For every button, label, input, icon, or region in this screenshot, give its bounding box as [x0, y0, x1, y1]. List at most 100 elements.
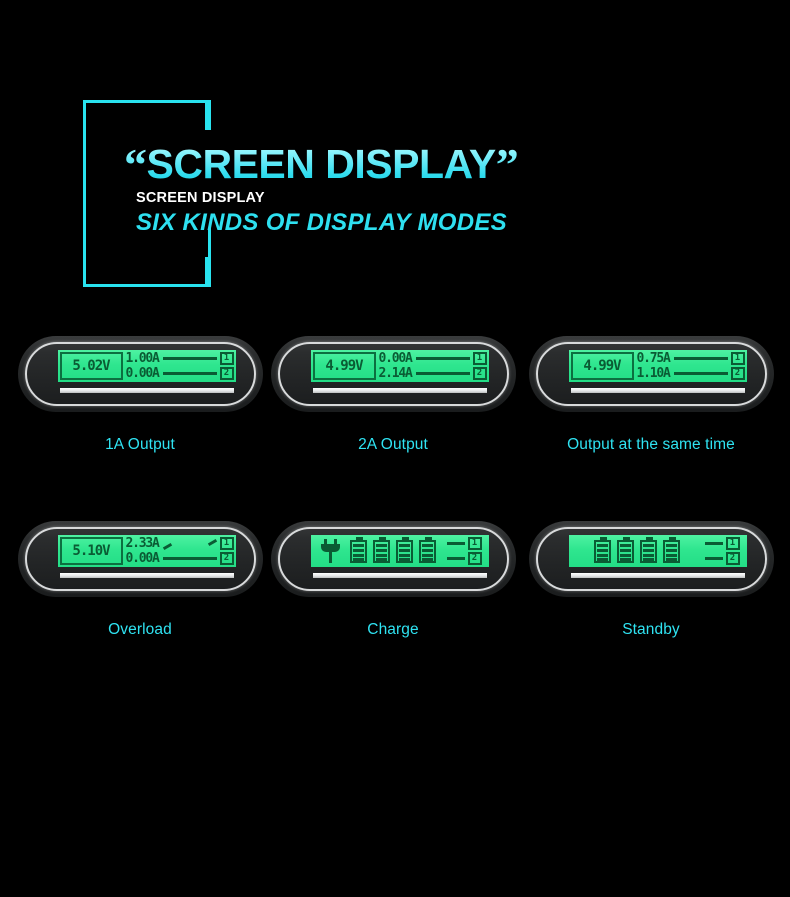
battery-icon — [372, 536, 390, 563]
mode-card-overload: 5.10V 2.33A 1 0.00A 2 Overload — [10, 503, 270, 688]
usb-port-icon: 1 — [730, 352, 745, 365]
voltage-value: 5.02V — [72, 358, 110, 374]
mode-caption: Standby — [622, 621, 680, 638]
mode-card-1a-output: 5.02V 1.00A 1 0.00A 2 1A Output — [10, 318, 270, 503]
quote-close-icon: ” — [495, 139, 519, 190]
device-light-bar — [312, 388, 487, 393]
port-row: 1 — [446, 537, 484, 550]
battery-icon — [349, 536, 367, 563]
lcd-screen: 1 2 — [310, 535, 489, 567]
port-row: 2 — [704, 552, 742, 565]
current-readouts: 1.00A 1 0.00A 2 — [123, 350, 236, 382]
connection-line-icon — [673, 357, 728, 360]
usb-port-icon: 2 — [219, 367, 234, 380]
device-body: 5.02V 1.00A 1 0.00A 2 — [17, 336, 263, 412]
charge-icon-row: 1 2 — [311, 535, 489, 567]
current-line: 1.10A 2 — [637, 366, 747, 381]
broken-connection-icon — [163, 539, 217, 549]
frame-stub-top-right — [205, 100, 211, 130]
lcd-screen: 5.10V 2.33A 1 0.00A 2 — [57, 535, 236, 567]
mode-caption: Output at the same time — [567, 436, 735, 453]
header-section: “SCREEN DISPLAY” SCREEN DISPLAY SIX KIND… — [0, 0, 790, 310]
device-body: 1 2 — [270, 521, 516, 597]
device-light-bar — [570, 573, 745, 578]
voltage-box: 5.02V — [59, 352, 123, 380]
device-body: 1 2 — [528, 521, 774, 597]
usb-port-icon: 2 — [219, 552, 234, 565]
current-line: 0.75A 1 — [637, 351, 747, 366]
battery-icon — [662, 536, 680, 563]
lcd-screen: 5.02V 1.00A 1 0.00A 2 — [57, 350, 236, 382]
lcd-screen: 4.99V 0.00A 1 2.14A 2 — [310, 350, 489, 382]
current-readouts: 2.33A 1 0.00A 2 — [123, 535, 236, 567]
page-title: “SCREEN DISPLAY” — [124, 142, 518, 188]
voltage-box: 4.99V — [312, 352, 376, 380]
current-readouts: 0.00A 1 2.14A 2 — [376, 350, 489, 382]
voltage-value: 5.10V — [72, 543, 110, 559]
battery-icon — [418, 536, 436, 563]
mode-card-simultaneous-output: 4.99V 0.75A 1 1.10A 2 Output at the same… — [521, 318, 781, 503]
voltage-box: 5.10V — [59, 537, 123, 565]
current-value: 2.33A — [125, 536, 160, 551]
device-light-bar — [59, 573, 234, 578]
display-modes-grid: 5.02V 1.00A 1 0.00A 2 1A Output 4.99V 0.… — [0, 318, 790, 688]
mode-card-charge: 1 2 Charge — [263, 503, 523, 688]
frame-stub-bottom-right — [205, 257, 211, 287]
device-light-bar — [59, 388, 234, 393]
current-line: 2.14A 2 — [379, 366, 489, 381]
usb-port-icon: 1 — [219, 352, 234, 365]
usb-port-icon: 1 — [219, 537, 234, 550]
battery-icon — [395, 536, 413, 563]
connection-line-icon — [704, 557, 723, 560]
current-value: 0.75A — [636, 351, 671, 366]
current-value: 1.10A — [636, 366, 671, 381]
current-line: 2.33A 1 — [126, 536, 236, 551]
connection-line-icon — [673, 372, 728, 375]
current-value: 0.00A — [125, 366, 160, 381]
current-line: 1.00A 1 — [126, 351, 236, 366]
connection-line-icon — [415, 372, 470, 375]
quote-open-icon: “ — [124, 139, 147, 190]
mode-caption: 2A Output — [358, 436, 428, 453]
voltage-value: 4.99V — [325, 358, 363, 374]
usb-port-icon: 1 — [467, 537, 482, 550]
plug-icon — [320, 539, 341, 563]
connection-line-icon — [446, 542, 465, 545]
battery-icon — [616, 536, 634, 563]
current-value: 0.00A — [125, 551, 160, 566]
tips-section: TIPS:Short press to turn off the backlig… — [0, 690, 790, 810]
mode-caption: 1A Output — [105, 436, 175, 453]
lcd-screen: 1 2 — [568, 535, 747, 567]
modes-row-2: 5.10V 2.33A 1 0.00A 2 Overload 1 2 Charg… — [0, 503, 790, 688]
device-body: 4.99V 0.00A 1 2.14A 2 — [270, 336, 516, 412]
current-line: 0.00A 2 — [126, 551, 236, 566]
current-readouts: 0.75A 1 1.10A 2 — [634, 350, 747, 382]
device-body: 5.10V 2.33A 1 0.00A 2 — [17, 521, 263, 597]
device-body: 4.99V 0.75A 1 1.10A 2 — [528, 336, 774, 412]
usb-port-icon: 2 — [730, 367, 745, 380]
connection-line-icon — [415, 357, 470, 360]
mode-card-2a-output: 4.99V 0.00A 1 2.14A 2 2A Output — [263, 318, 523, 503]
usb-port-icon: 2 — [725, 552, 740, 565]
usb-port-icon: 2 — [472, 367, 487, 380]
usb-port-icon: 2 — [467, 552, 482, 565]
connection-line-icon — [446, 557, 465, 560]
voltage-box: 4.99V — [570, 352, 634, 380]
connection-line-icon — [162, 557, 217, 560]
mode-caption: Overload — [108, 621, 172, 638]
ports-stack: 1 2 — [704, 535, 743, 567]
device-light-bar — [312, 573, 487, 578]
lcd-screen: 4.99V 0.75A 1 1.10A 2 — [568, 350, 747, 382]
page-subtitle: SCREEN DISPLAY — [136, 190, 265, 206]
connection-line-icon — [162, 357, 217, 360]
battery-icon — [639, 536, 657, 563]
usb-port-icon: 1 — [725, 537, 740, 550]
screen-display-infographic: “SCREEN DISPLAY” SCREEN DISPLAY SIX KIND… — [0, 0, 790, 897]
connection-line-icon — [704, 542, 723, 545]
current-value: 1.00A — [125, 351, 160, 366]
current-line: 0.00A 1 — [379, 351, 489, 366]
mode-caption: Charge — [367, 621, 419, 638]
current-value: 0.00A — [378, 351, 413, 366]
device-light-bar — [570, 388, 745, 393]
current-value: 2.14A — [378, 366, 413, 381]
